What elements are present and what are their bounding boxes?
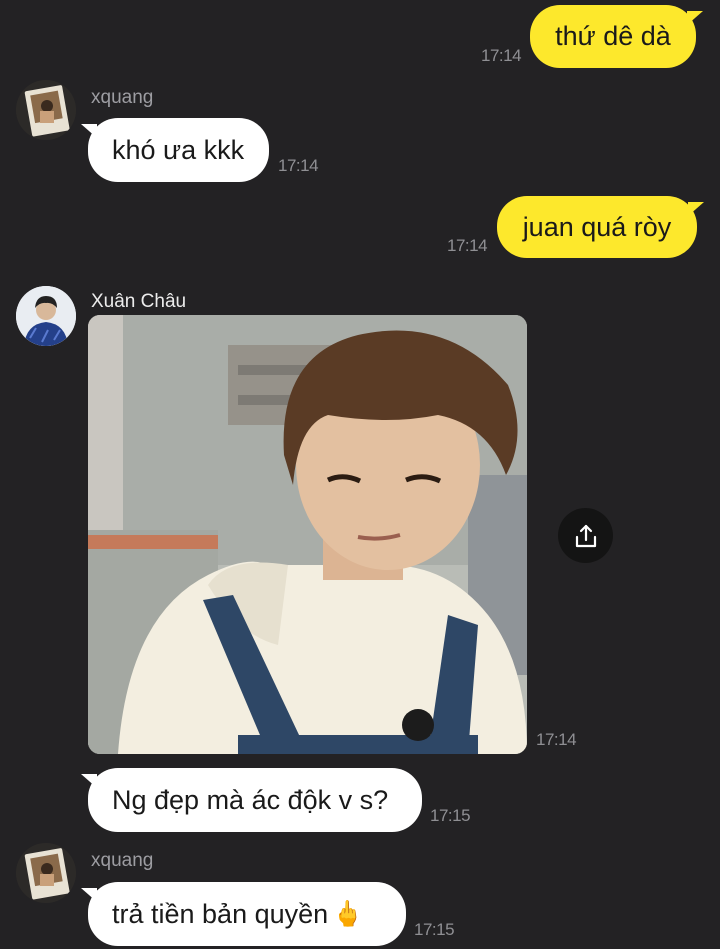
avatar-xquang-image [16,80,76,140]
photo-message[interactable] [88,315,527,754]
message-timestamp: 17:14 [447,236,488,255]
message-text: khó ưa kkk [112,134,245,165]
share-button[interactable] [558,508,613,563]
photo-image [88,315,527,754]
avatar-xuan-chau[interactable] [16,286,76,346]
message-text: trả tiền bản quyền [112,898,329,929]
avatar-xquang-image [16,843,76,903]
incoming-message-bubble[interactable]: trả tiền bản quyền 🖕 [81,882,406,946]
message-text: Ng đẹp mà ác độk v s? [112,784,389,815]
message-timestamp: 17:14 [536,730,577,749]
outgoing-message-bubble[interactable]: thứ dê dà [530,5,703,68]
message-timestamp: 17:14 [278,156,319,175]
incoming-message-bubble[interactable]: Ng đẹp mà ác độk v s? [81,768,422,832]
message-timestamp: 17:15 [414,920,455,939]
avatar-xquang[interactable] [16,843,76,903]
message-timestamp: 17:15 [430,806,471,825]
sender-name: Xuân Châu [91,291,187,312]
avatar-xquang[interactable] [16,80,76,140]
message-text: thứ dê dà [555,21,671,51]
share-icon [575,524,596,547]
outgoing-message-bubble[interactable]: juan quá ròy [497,196,704,258]
avatar-xuan-chau-image [16,286,76,346]
middle-finger-emoji: 🖕 [332,899,364,928]
incoming-message-bubble[interactable]: khó ưa kkk [81,118,269,182]
sender-name: xquang [91,850,154,871]
sender-name: xquang [91,87,154,108]
message-timestamp: 17:14 [481,46,522,65]
message-text: juan quá ròy [522,211,672,242]
